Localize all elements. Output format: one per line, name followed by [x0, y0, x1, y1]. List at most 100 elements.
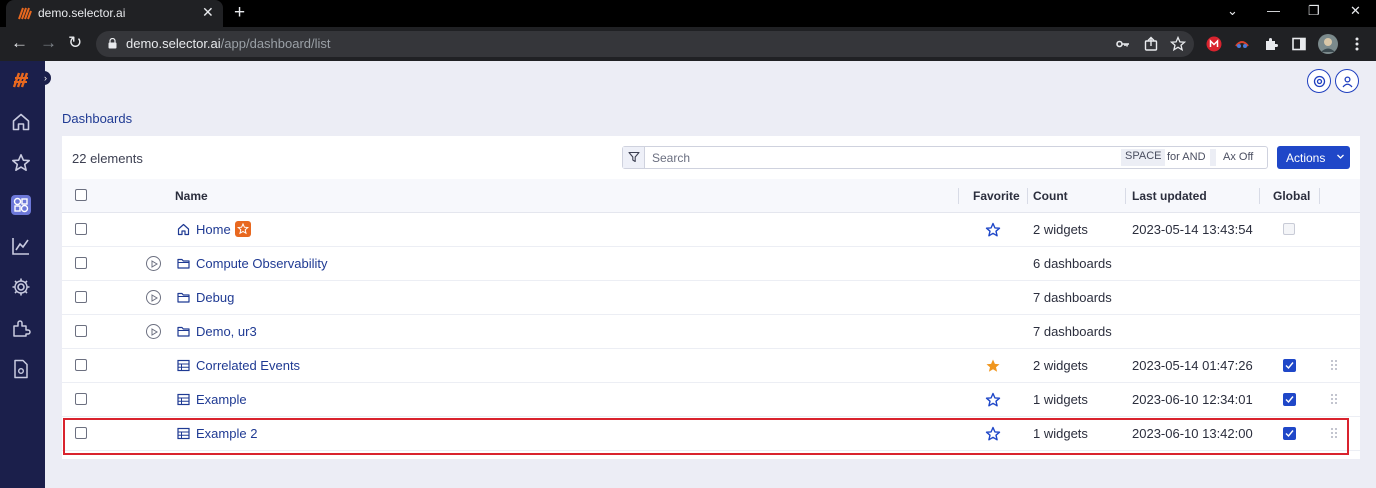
- element-count: 22 elements: [72, 151, 143, 166]
- last-updated: 2023-06-10 13:42:00: [1132, 426, 1253, 441]
- browser-menu-icon[interactable]: [1349, 36, 1365, 52]
- table-icon: [177, 359, 190, 372]
- row-checkbox[interactable]: [75, 223, 87, 235]
- select-all-checkbox[interactable]: [75, 189, 87, 201]
- row-checkbox[interactable]: [75, 359, 87, 371]
- folder-name-link[interactable]: Debug: [196, 290, 234, 305]
- column-header-name[interactable]: Name: [175, 189, 208, 203]
- table-row[interactable]: Debug 7 dashboards: [62, 281, 1360, 315]
- forward-button[interactable]: →: [40, 33, 57, 53]
- back-button[interactable]: ←: [11, 33, 28, 53]
- widget-count: 2 widgets: [1033, 358, 1088, 373]
- expand-folder-button[interactable]: [146, 256, 161, 271]
- drag-handle-icon[interactable]: [1330, 393, 1338, 405]
- last-updated: 2023-05-14 01:47:26: [1132, 358, 1253, 373]
- logo-icon[interactable]: [11, 70, 31, 90]
- browser-tabstrip: demo.selector.ai ✕ + ⌄ — ❐ ✕: [0, 0, 1376, 27]
- column-header-global[interactable]: Global: [1273, 189, 1310, 203]
- checkmark-icon: [1285, 430, 1294, 438]
- minimize-button[interactable]: —: [1267, 3, 1280, 18]
- user-profile-button[interactable]: [1335, 69, 1359, 93]
- bookmark-star-icon[interactable]: [1170, 36, 1186, 52]
- table-row[interactable]: Home 2 widgets 2023-05-14 13:43:54: [62, 213, 1360, 247]
- breadcrumb[interactable]: Dashboards: [62, 111, 132, 126]
- share-icon[interactable]: [1143, 36, 1159, 52]
- dashboard-name-link[interactable]: Example: [196, 392, 247, 407]
- extension-glasses-icon[interactable]: [1234, 36, 1250, 52]
- home-icon: [177, 223, 190, 236]
- checkmark-icon: [1285, 396, 1294, 404]
- folder-name-link[interactable]: Compute Observability: [196, 256, 328, 271]
- key-icon[interactable]: [1115, 36, 1131, 52]
- dashboard-name-link[interactable]: Home: [196, 222, 231, 237]
- table-icon: [177, 427, 190, 440]
- close-window-button[interactable]: ✕: [1350, 3, 1361, 19]
- drag-handle-icon[interactable]: [1330, 427, 1338, 439]
- column-header-favorite[interactable]: Favorite: [973, 189, 1020, 203]
- tab-close-icon[interactable]: ✕: [202, 4, 214, 21]
- ax-toggle[interactable]: Ax Off: [1223, 151, 1253, 163]
- favorite-star-outline-icon[interactable]: [985, 392, 1001, 408]
- profile-avatar-icon[interactable]: [1318, 34, 1338, 54]
- table-row[interactable]: Example 1 widgets 2023-06-10 12:34:01: [62, 383, 1360, 417]
- table-row[interactable]: Demo, ur3 7 dashboards: [62, 315, 1360, 349]
- favorite-star-filled-icon[interactable]: [985, 358, 1001, 374]
- dashboards-icon[interactable]: [10, 194, 32, 216]
- column-header-last-updated[interactable]: Last updated: [1132, 189, 1207, 203]
- reload-button[interactable]: ↻: [68, 33, 82, 53]
- search-bar: SPACE for AND Ax Off: [622, 146, 1268, 169]
- global-checkbox-checked[interactable]: [1283, 393, 1296, 406]
- global-checkbox-checked[interactable]: [1283, 427, 1296, 440]
- row-checkbox[interactable]: [75, 393, 87, 405]
- actions-button[interactable]: Actions: [1277, 146, 1350, 169]
- row-checkbox[interactable]: [75, 257, 87, 269]
- settings-icon[interactable]: [11, 277, 31, 297]
- star-icon[interactable]: [11, 153, 31, 173]
- favorite-star-outline-icon[interactable]: [985, 426, 1001, 442]
- table-row[interactable]: Correlated Events 2 widgets 2023-05-14 0…: [62, 349, 1360, 383]
- tab-title: demo.selector.ai: [38, 6, 126, 20]
- checkmark-icon: [1285, 362, 1294, 370]
- play-icon: [151, 328, 158, 336]
- analytics-icon[interactable]: [11, 236, 31, 256]
- extension-m-icon[interactable]: [1206, 36, 1222, 52]
- sidebar-expand-button[interactable]: ›: [40, 71, 51, 85]
- app-sidebar: ›: [0, 61, 51, 488]
- play-icon: [151, 294, 158, 302]
- table-header: Name Favorite Count Last updated Global: [62, 179, 1360, 213]
- drag-handle-icon[interactable]: [1330, 359, 1338, 371]
- lock-icon: [108, 38, 117, 49]
- favorite-star-outline-icon[interactable]: [985, 222, 1001, 238]
- table-icon: [177, 393, 190, 406]
- dashboard-list-panel: 22 elements SPACE for AND Ax Off Actions…: [62, 136, 1360, 459]
- new-tab-button[interactable]: +: [234, 2, 245, 24]
- row-checkbox[interactable]: [75, 427, 87, 439]
- dashboard-name-link[interactable]: Example 2: [196, 426, 257, 441]
- home-icon[interactable]: [11, 112, 31, 132]
- row-checkbox[interactable]: [75, 291, 87, 303]
- browser-tab[interactable]: demo.selector.ai ✕: [6, 0, 223, 27]
- help-button[interactable]: [1307, 69, 1331, 93]
- search-input[interactable]: [646, 147, 1120, 168]
- expand-folder-button[interactable]: [146, 324, 161, 339]
- dashboard-count: 7 dashboards: [1033, 324, 1112, 339]
- tab-search-icon[interactable]: ⌄: [1227, 3, 1238, 19]
- side-panel-icon[interactable]: [1291, 36, 1307, 52]
- extensions-puzzle-icon[interactable]: [1263, 36, 1279, 52]
- table-row[interactable]: Compute Observability 6 dashboards: [62, 247, 1360, 281]
- table-row[interactable]: Example 2 1 widgets 2023-06-10 13:42:00: [62, 417, 1360, 451]
- global-checkbox-checked[interactable]: [1283, 359, 1296, 372]
- ax-toggle-indicator: [1210, 149, 1216, 166]
- dashboard-name-link[interactable]: Correlated Events: [196, 358, 300, 373]
- row-checkbox[interactable]: [75, 325, 87, 337]
- folder-name-link[interactable]: Demo, ur3: [196, 324, 257, 339]
- integrations-icon[interactable]: [11, 318, 31, 338]
- column-header-count[interactable]: Count: [1033, 189, 1068, 203]
- folder-icon: [177, 258, 190, 269]
- expand-folder-button[interactable]: [146, 290, 161, 305]
- filter-button[interactable]: [623, 147, 645, 168]
- docs-icon[interactable]: [11, 359, 31, 379]
- address-bar[interactable]: demo.selector.ai/app/dashboard/list: [96, 31, 1194, 57]
- dashboard-count: 6 dashboards: [1033, 256, 1112, 271]
- maximize-button[interactable]: ❐: [1308, 3, 1320, 19]
